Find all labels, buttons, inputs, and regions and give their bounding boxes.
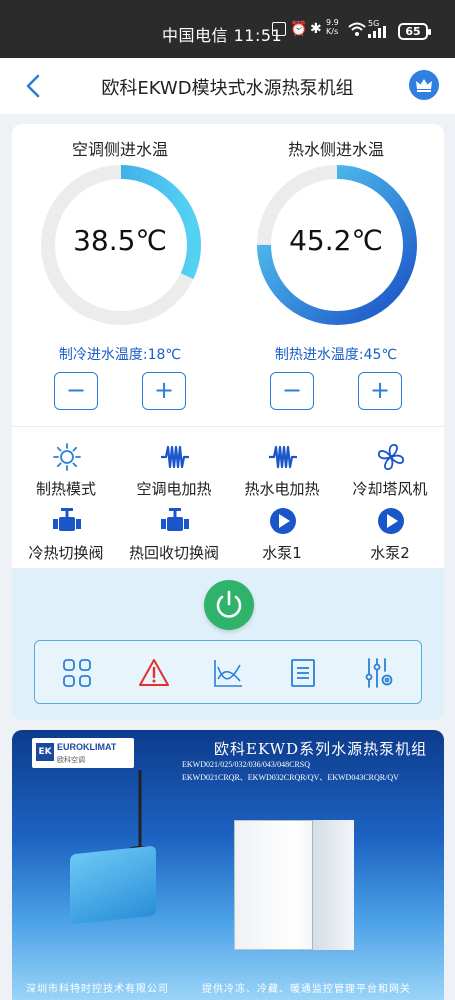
heating-setpoint: 制热进水温度:45℃ [274, 347, 398, 363]
alarm-icon[interactable] [138, 657, 170, 689]
logo-mark: EK [36, 743, 54, 761]
pump-icon [270, 508, 296, 534]
heat-pump-unit-side [312, 820, 354, 950]
tile-label: 水泵2 [370, 544, 410, 562]
gauge-value: 38.5℃ [73, 224, 167, 257]
nfc-icon [272, 22, 286, 36]
promo-banner[interactable]: EK EUROKLIMAT 欧科空调 欧科EKWD系列水源热泵机组 EKWD02… [12, 730, 444, 1000]
tile-label: 热回收切换阀 [128, 544, 219, 562]
back-arrow-icon[interactable] [18, 70, 50, 102]
heater-icon [161, 445, 189, 469]
tile-label: 水泵1 [262, 544, 302, 562]
power-icon [216, 590, 242, 618]
signal-icon [368, 26, 386, 38]
logo-subtitle: 欧科空调 [57, 756, 85, 764]
list-icon[interactable] [287, 657, 319, 689]
decrease-button[interactable]: − [270, 372, 314, 410]
status-bar: 中国电信 11:51 ⏰ ✱ 9.9 K/s 5G 65 [0, 0, 455, 58]
tile-label: 冷热切换阀 [28, 544, 104, 562]
increase-button[interactable]: + [358, 372, 402, 410]
bluetooth-icon: ✱ [310, 21, 322, 37]
gateway-device-image [70, 845, 156, 925]
banner-title: 欧科EKWD系列水源热泵机组 [214, 740, 428, 758]
pump-icon [378, 508, 404, 534]
divider [12, 426, 444, 427]
wifi-icon [348, 22, 366, 36]
vip-button[interactable] [409, 70, 439, 100]
battery-icon: 65 [398, 23, 431, 40]
valve-icon [161, 508, 189, 531]
tile-label: 冷却塔风机 [352, 480, 428, 498]
control-card: 空调侧进水温 38.5℃ 制冷进水温度:18℃ − + 热水侧进水温 45.2℃… [12, 124, 444, 720]
tile-cooling-tower-fan[interactable]: 冷却塔风机 [336, 436, 444, 500]
carrier-time: 中国电信 11:51 [162, 26, 283, 45]
banner-model-line: EKWD021/025/032/036/043/048CRSQ [182, 760, 311, 769]
valve-icon [53, 508, 81, 531]
settings-icon[interactable] [363, 657, 395, 689]
alarm-clock-icon: ⏰ [290, 21, 308, 37]
power-button[interactable] [204, 580, 254, 630]
gauge-title: 空调侧进水温 [71, 140, 168, 159]
tile-water-heater[interactable]: 热水电加热 [228, 436, 336, 500]
tile-label: 制热模式 [35, 480, 96, 498]
banner-model-line: EKWD021CRQR、EKWD032CRQR/QV、EKWD043CRQR/Q… [182, 773, 399, 782]
heater-icon [269, 445, 297, 469]
tile-pump-2[interactable]: 水泵2 [336, 500, 444, 564]
chart-icon[interactable] [212, 657, 244, 689]
hot-water-gauge: 热水侧进水温 45.2℃ 制热进水温度:45℃ − + [228, 124, 444, 424]
tile-heat-recovery-valve[interactable]: 热回收切换阀 [120, 500, 228, 564]
sun-icon [53, 443, 81, 471]
aircon-water-gauge: 空调侧进水温 38.5℃ 制冷进水温度:18℃ − + [12, 124, 228, 424]
tile-heating-mode[interactable]: 制热模式 [12, 436, 120, 500]
tile-cold-hot-valve[interactable]: 冷热切换阀 [12, 500, 120, 564]
grid-icon[interactable] [61, 657, 93, 689]
gauge-title: 热水侧进水温 [287, 140, 384, 159]
logo-name: EUROKLIMAT [57, 742, 117, 752]
tile-pump-1[interactable]: 水泵1 [228, 500, 336, 564]
tile-label: 热水电加热 [244, 480, 320, 498]
cooling-setpoint: 制冷进水温度:18℃ [58, 347, 182, 363]
increase-button[interactable]: + [142, 372, 186, 410]
app-header: 欧科EKWD模块式水源热泵机组 [0, 58, 455, 114]
tile-aircon-heater[interactable]: 空调电加热 [120, 436, 228, 500]
control-panel [12, 568, 444, 720]
gauge-value: 45.2℃ [289, 224, 383, 257]
fan-icon [378, 444, 404, 470]
banner-company: 深圳市科特时控技术有限公司 [26, 984, 169, 995]
net-speed: 9.9 K/s [326, 18, 339, 36]
brand-logo: EK EUROKLIMAT 欧科空调 [32, 738, 134, 768]
banner-slogan: 提供冷冻、冷藏、暖通监控管理平台和网关 [202, 984, 411, 995]
page-title: 欧科EKWD模块式水源热泵机组 [101, 78, 354, 99]
function-toolbar [34, 640, 422, 704]
crown-icon [416, 79, 432, 92]
decrease-button[interactable]: − [54, 372, 98, 410]
tile-label: 空调电加热 [136, 480, 212, 498]
